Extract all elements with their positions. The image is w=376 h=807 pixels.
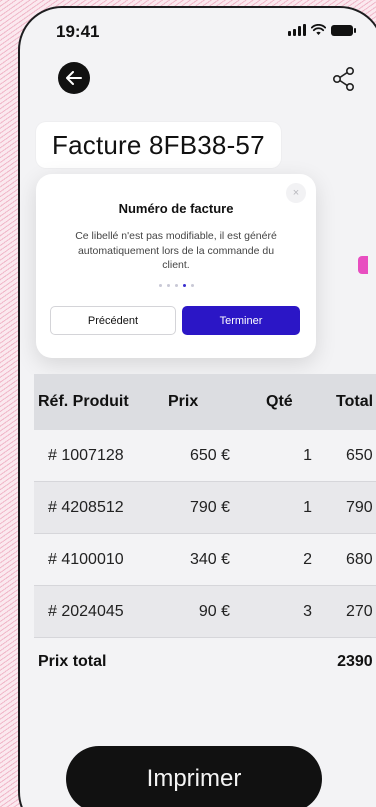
cell-qty: 1: [303, 498, 312, 516]
status-bar: 19:41: [20, 8, 376, 52]
cell-ref: # 2024045: [48, 602, 124, 620]
print-button[interactable]: Imprimer: [66, 746, 322, 807]
share-icon[interactable]: [330, 65, 358, 93]
status-time: 19:41: [56, 22, 100, 41]
total-value: 2390 €: [337, 653, 376, 670]
step-dot: [166, 284, 170, 287]
tooltip-title: Numéro de facture: [118, 201, 234, 216]
signal-icon: [288, 24, 306, 36]
wifi-icon: [311, 24, 326, 35]
step-dot-active: [182, 284, 186, 287]
previous-button[interactable]: Précédent: [50, 306, 176, 335]
cell-ref: # 4208512: [48, 498, 124, 516]
battery-icon: [331, 24, 356, 36]
cell-price: 650 €: [189, 446, 230, 464]
table-row: # 2024045 90 € 3 270 €: [34, 586, 376, 638]
arrow-left-icon: [66, 71, 82, 85]
phone-screen: 19:41 Facture 8FB38-57 × Numéro de factu…: [18, 6, 376, 807]
step-dot: [190, 284, 194, 287]
step-dot: [174, 284, 178, 287]
invoice-title: Facture 8FB38-57: [36, 122, 281, 168]
cell-qty: 3: [303, 602, 312, 620]
header-total: Total: [336, 393, 374, 410]
table-row: # 1007128 650 € 1 650 €: [34, 430, 376, 482]
cell-total: 270 €: [345, 602, 376, 620]
table-row: # 4208512 790 € 1 790 €: [34, 482, 376, 534]
cell-price: 340 €: [189, 550, 230, 568]
close-icon[interactable]: ×: [286, 183, 306, 203]
cell-total: 680 €: [345, 550, 376, 568]
total-label: Prix total: [38, 653, 107, 670]
cell-qty: 2: [303, 550, 312, 568]
status-icons: [288, 24, 356, 36]
cell-ref: # 1007128: [48, 446, 124, 464]
invoice-table: Réf. Produit Prix Qté Total # 1007128 65…: [34, 374, 376, 686]
step-dot: [158, 284, 162, 287]
header-price: Prix: [168, 393, 199, 410]
step-indicator: [36, 284, 316, 287]
highlight-marker: [358, 256, 368, 274]
table-header: Réf. Produit Prix Qté Total: [34, 374, 376, 430]
finish-button[interactable]: Terminer: [182, 306, 300, 335]
header-ref: Réf. Produit: [38, 393, 129, 410]
tooltip-description: Ce libellé n'est pas modifiable, il est …: [75, 230, 277, 271]
cell-price: 90 €: [198, 602, 230, 620]
total-row: Prix total 2390 €: [34, 638, 376, 686]
back-button[interactable]: [58, 62, 90, 94]
cell-total: 790 €: [345, 498, 376, 516]
header-qty: Qté: [266, 393, 293, 410]
cell-qty: 1: [303, 446, 312, 464]
cell-ref: # 4100010: [48, 550, 124, 568]
cell-total: 650 €: [345, 446, 376, 464]
table-row: # 4100010 340 € 2 680 €: [34, 534, 376, 586]
onboarding-tooltip: × Numéro de facture Ce libellé n'est pas…: [36, 174, 316, 358]
cell-price: 790 €: [189, 498, 230, 516]
